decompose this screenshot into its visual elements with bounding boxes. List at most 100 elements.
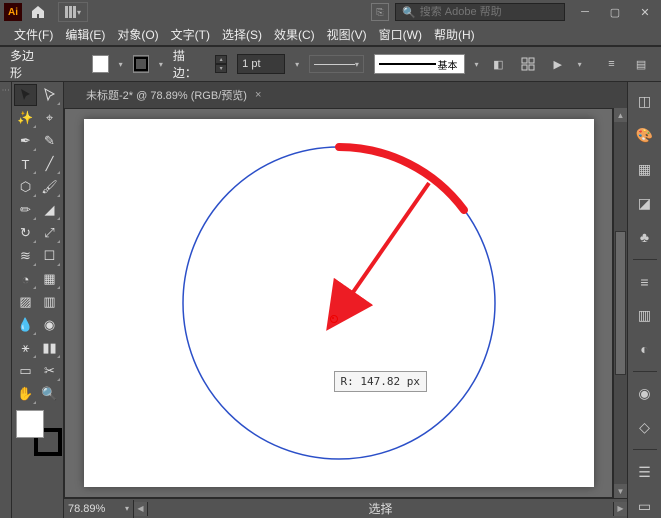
swatches-panel-icon[interactable]: ▦ [633, 158, 657, 182]
stroke-swatch[interactable] [133, 55, 149, 73]
titlebar: Ai ▾ ⎘ 🔍 ─ ▢ ✕ [0, 0, 661, 24]
chevron-down-icon[interactable]: ▾ [119, 60, 123, 69]
menu-file[interactable]: 文件(F) [8, 23, 59, 46]
recolor-icon[interactable]: ▶ [548, 53, 568, 75]
shape-builder-tool[interactable]: ◔ [14, 268, 37, 290]
brush-definition[interactable]: 基本 [374, 54, 465, 74]
document-tabs: 未标题-2* @ 78.89% (RGB/预览) × [64, 82, 627, 108]
search-icon: 🔍 [402, 6, 416, 19]
drawn-shape [169, 133, 509, 473]
menu-type[interactable]: 文字(T) [165, 23, 216, 46]
canvas[interactable]: R: 147.82 px [64, 108, 613, 498]
vertical-scrollbar[interactable]: ▲ ▼ [613, 108, 627, 498]
toolbox: ✨⌖ ✒✎ T╱ ⬡🖌 ✏◢ ↻⤢ ≋☐ ◔▦ ▨▥ 💧◉ ⚹▮▮ ▭✂ ✋🔍 [12, 82, 64, 518]
maximize-button[interactable]: ▢ [603, 3, 627, 21]
slice-tool[interactable]: ✂ [38, 360, 61, 382]
chevron-down-icon: ▾ [125, 504, 129, 513]
gradient-tool[interactable]: ▥ [38, 291, 61, 313]
right-panel-dock: ◫ 🎨 ▦ ◪ ♣ ≡ ▥ ◐ ◉ ◇ ☰ ▭ [627, 82, 661, 518]
fill-stroke-control[interactable] [16, 410, 62, 456]
menu-window[interactable]: 窗口(W) [373, 23, 428, 46]
opacity-icon[interactable]: ◧ [489, 53, 509, 75]
artboard-tool[interactable]: ▭ [14, 360, 37, 382]
stroke-weight-input[interactable] [237, 54, 285, 74]
layers-panel-icon[interactable]: ☰ [633, 460, 657, 484]
blend-tool[interactable]: ◉ [38, 314, 61, 336]
gradient-panel-icon[interactable]: ▥ [633, 303, 657, 327]
scroll-up-button[interactable]: ▲ [614, 108, 627, 122]
search-input[interactable] [420, 6, 558, 18]
lasso-tool[interactable]: ⌖ [38, 107, 61, 129]
symbol-sprayer-tool[interactable]: ⚹ [14, 337, 37, 359]
menu-view[interactable]: 视图(V) [321, 23, 373, 46]
app-icon: Ai [4, 3, 22, 21]
zoom-level[interactable]: 78.89% ▾ [64, 500, 134, 518]
rotate-tool[interactable]: ↻ [14, 222, 37, 244]
properties-panel-icon[interactable]: ◫ [633, 90, 657, 114]
zoom-tool[interactable]: 🔍 [38, 383, 61, 405]
selection-tool[interactable] [14, 84, 37, 106]
measurement-tooltip: R: 147.82 px [334, 371, 427, 392]
mesh-tool[interactable]: ▨ [14, 291, 37, 313]
chevron-down-icon[interactable]: ▾ [475, 60, 479, 69]
scroll-right-button[interactable]: ▶ [613, 502, 627, 516]
stroke-stepper[interactable]: ▴▾ [215, 55, 227, 73]
artboards-panel-icon[interactable]: ▭ [633, 494, 657, 518]
perspective-grid-tool[interactable]: ▦ [38, 268, 61, 290]
menu-object[interactable]: 对象(O) [111, 23, 164, 46]
menu-select[interactable]: 选择(S) [216, 23, 268, 46]
arrange-documents-button[interactable]: ▾ [58, 2, 88, 22]
stroke-panel-icon[interactable]: ≡ [633, 270, 657, 294]
tab-close-button[interactable]: × [255, 89, 261, 101]
eraser-tool[interactable]: ◢ [38, 199, 61, 221]
curvature-tool[interactable]: ✎ [38, 130, 61, 152]
shaper-tool[interactable]: ✏ [14, 199, 37, 221]
variable-width-profile-button[interactable]: ▾ [309, 55, 364, 73]
direct-selection-tool[interactable] [38, 84, 61, 106]
hand-tool[interactable]: ✋ [14, 383, 37, 405]
symbols-panel-icon[interactable]: ♣ [633, 225, 657, 249]
graphic-styles-panel-icon[interactable]: ◇ [633, 416, 657, 440]
close-button[interactable]: ✕ [633, 3, 657, 21]
menu-edit[interactable]: 编辑(E) [59, 23, 111, 46]
menu-help[interactable]: 帮助(H) [428, 23, 481, 46]
width-tool[interactable]: ≋ [14, 245, 37, 267]
chevron-down-icon: ▾ [355, 60, 359, 69]
align-icon[interactable]: ≡ [602, 53, 622, 75]
chevron-down-icon[interactable]: ▾ [159, 60, 163, 69]
column-graph-tool[interactable]: ▮▮ [38, 337, 61, 359]
panel-menu-icon[interactable]: ▤ [631, 53, 651, 75]
rectangle-tool[interactable]: ⬡ [14, 176, 37, 198]
search-box[interactable]: 🔍 [395, 3, 565, 21]
brushes-panel-icon[interactable]: ◪ [633, 191, 657, 215]
color-panel-icon[interactable]: 🎨 [633, 124, 657, 148]
graphic-styles-icon[interactable] [518, 53, 538, 75]
status-mode: 选择 [148, 500, 613, 517]
scale-tool[interactable]: ⤢ [38, 222, 61, 244]
appearance-panel-icon[interactable]: ◉ [633, 382, 657, 406]
magic-wand-tool[interactable]: ✨ [14, 107, 37, 129]
free-transform-tool[interactable]: ☐ [38, 245, 61, 267]
center-indicator-icon [330, 315, 338, 323]
pen-tool[interactable]: ✒ [14, 130, 37, 152]
line-tool[interactable]: ╱ [38, 153, 61, 175]
sync-icon[interactable]: ⎘ [371, 3, 389, 21]
stroke-label: 描边： [173, 47, 205, 81]
artboard: R: 147.82 px [84, 119, 594, 487]
scroll-left-button[interactable]: ◀ [134, 502, 148, 516]
menubar: 文件(F) 编辑(E) 对象(O) 文字(T) 选择(S) 效果(C) 视图(V… [0, 24, 661, 46]
eyedropper-tool[interactable]: 💧 [14, 314, 37, 336]
chevron-down-icon[interactable]: ▾ [295, 60, 299, 69]
menu-effect[interactable]: 效果(C) [268, 23, 321, 46]
scroll-down-button[interactable]: ▼ [614, 484, 627, 498]
type-tool[interactable]: T [14, 153, 37, 175]
scroll-thumb[interactable] [615, 231, 626, 376]
home-icon[interactable] [30, 4, 46, 20]
transparency-panel-icon[interactable]: ◐ [633, 337, 657, 361]
document-tab[interactable]: 未标题-2* @ 78.89% (RGB/预览) × [76, 83, 271, 107]
paintbrush-tool[interactable]: 🖌 [38, 176, 61, 198]
chevron-down-icon[interactable]: ▾ [578, 60, 582, 69]
fill-swatch[interactable] [92, 55, 108, 73]
options-bar: 多边形 ▾ ▾ 描边： ▴▾ ▾ ▾ 基本 ▾ ◧ ▶ ▾ ≡ ▤ [0, 46, 661, 82]
minimize-button[interactable]: ─ [573, 3, 597, 21]
